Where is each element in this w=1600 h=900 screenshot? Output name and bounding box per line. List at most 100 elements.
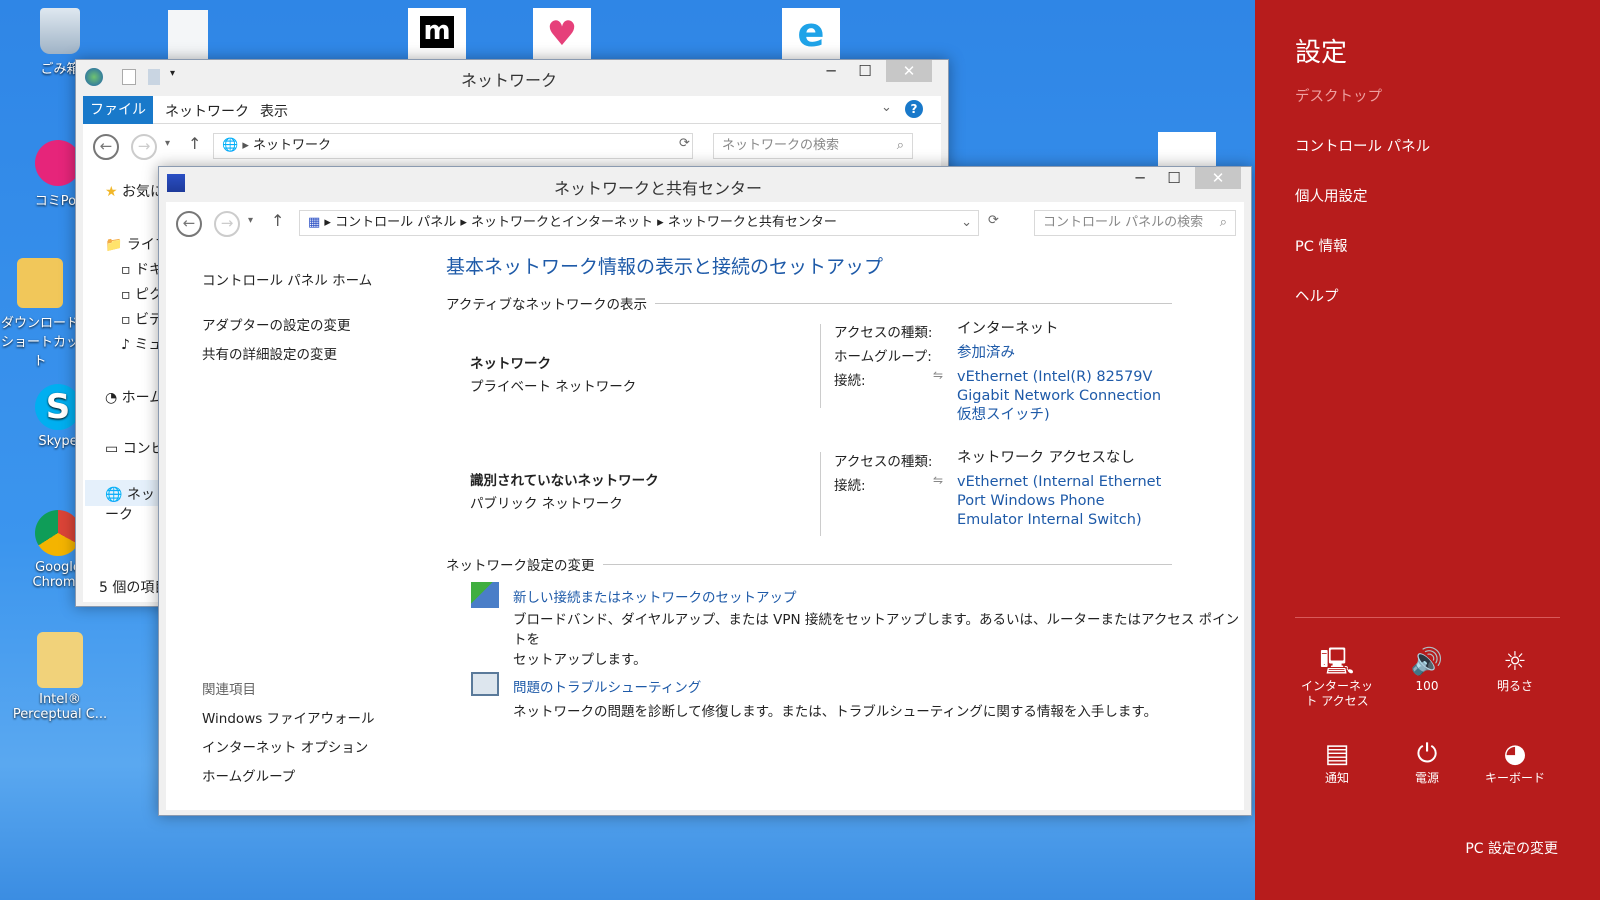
breadcrumb-network-internet[interactable]: ネットワークとインターネット [471,215,653,230]
divider [820,324,821,408]
network-1-name: ネットワーク [470,356,551,372]
tab-network[interactable]: ネットワーク [165,101,249,121]
up-button[interactable]: ↑ [271,211,284,230]
troubleshoot-icon [471,672,499,696]
power-icon: ⏻ [1416,739,1438,769]
up-button[interactable]: ↑ [188,134,201,153]
divider [820,452,821,536]
network-2-name: 識別されていないネットワーク [470,473,659,489]
troubleshoot-link[interactable]: 問題のトラブルシューティング [513,676,701,696]
recent-dropdown-icon[interactable]: ▾ [248,215,253,226]
minimize-button[interactable]: ─ [1125,167,1155,189]
recent-dropdown-icon[interactable]: ▾ [165,138,170,149]
internet-options-link[interactable]: インターネット オプション [202,736,368,756]
refresh-icon[interactable]: ⟳ [988,213,999,228]
help-button[interactable]: ? [905,100,923,118]
breadcrumb[interactable]: ▦ ▸ コントロール パネル ▸ ネットワークとインターネット ▸ ネットワーク… [299,210,979,236]
connection-2-link[interactable]: vEthernet (Internal Ethernet Port Windows… [957,473,1161,530]
keyboard-icon: ◕ [1503,739,1527,769]
back-button[interactable]: ← [176,211,202,237]
maximize-button[interactable]: ☐ [850,60,880,82]
divider [1295,617,1560,618]
qat-dropdown-icon[interactable]: ▾ [170,68,175,79]
address-bar[interactable]: 🌐 ▸ ネットワーク [213,133,693,159]
charm-help[interactable]: ヘルプ [1295,285,1339,306]
refresh-icon[interactable]: ⟳ [679,136,690,151]
search-input[interactable]: ネットワークの検索 ⌕ [713,133,913,159]
network-1-type: プライベート ネットワーク [470,379,637,395]
forward-button[interactable]: → [131,134,157,160]
brightness-icon: ☼ [1503,647,1527,677]
heart-app-icon[interactable]: ♥ [533,8,591,60]
network-sharing-center-window: ネットワークと共有センター ─ ☐ ✕ ← → ▾ ↑ ▦ ▸ コントロール パ… [158,166,1252,816]
address-dropdown-icon: ⌄ [961,215,972,230]
star-icon: ★ [105,184,118,200]
notifications-button[interactable]: ▤ 通知 [1292,737,1382,786]
homegroup-link[interactable]: ホームグループ [202,765,295,785]
close-button[interactable]: ✕ [886,60,932,82]
charm-context: デスクトップ [1295,89,1382,105]
text-file-icon[interactable] [168,10,208,62]
ie-icon[interactable]: e [782,8,840,60]
control-panel-icon [167,174,185,192]
power-button[interactable]: ⏻ 電源 [1382,737,1472,786]
control-panel-home-link[interactable]: コントロール パネル ホーム [202,269,372,289]
connection-label: 接続: [834,478,866,494]
homegroup-joined-link[interactable]: 参加済み [957,344,1015,363]
new-folder-icon[interactable] [148,69,160,85]
maximize-button[interactable]: ☐ [1159,167,1189,189]
search-icon: ⌕ [896,138,904,153]
network-globe-icon [85,68,103,86]
change-settings-section: ネットワーク設定の変更 [446,554,1172,574]
keyboard-button[interactable]: ◕ キーボード [1470,737,1560,786]
network-button[interactable]: 🖳 インターネット アクセス [1292,645,1382,709]
network-icon: 🖳 [1319,647,1355,677]
new-connection-desc: ブロードバンド、ダイヤルアップ、または VPN 接続をセットアップします。あるい… [513,612,1240,668]
connection-1-link[interactable]: vEthernet (Intel(R) 82579V Gigabit Networ… [957,368,1161,425]
charm-pc-info[interactable]: PC 情報 [1295,235,1347,256]
folder-icon [37,632,83,688]
tab-view[interactable]: 表示 [260,101,288,121]
advanced-sharing-link[interactable]: 共有の詳細設定の変更 [202,343,337,363]
new-connection-link[interactable]: 新しい接続またはネットワークのセットアップ [513,586,797,606]
homegroup-label: ホームグループ: [834,349,932,365]
window-title: ネットワーク [461,71,558,90]
back-button[interactable]: ← [93,134,119,160]
change-pc-settings-link[interactable]: PC 設定の変更 [1465,838,1558,858]
breadcrumb-control-panel[interactable]: コントロール パネル [335,215,456,230]
page-title: 基本ネットワーク情報の表示と接続のセットアップ [446,256,884,278]
close-button[interactable]: ✕ [1195,167,1241,189]
m-app-icon[interactable]: m [408,8,466,60]
ribbon: ファイル ネットワーク 表示 ⌄ ? [83,96,941,124]
ethernet-icon: ⇋ [933,368,944,382]
access-type-value: ネットワーク アクセスなし [957,450,1135,466]
properties-icon[interactable] [122,69,136,85]
charm-control-panel[interactable]: コントロール パネル [1295,135,1430,156]
control-panel-icon: ▦ [308,215,321,230]
search-input[interactable]: コントロール パネルの検索 ⌕ [1034,210,1236,236]
volume-button[interactable]: 🔊 100 [1382,645,1472,694]
desktop-icon-download[interactable]: ダウンロード ショートカット [0,258,80,369]
breadcrumb-nsc[interactable]: ネットワークと共有センター [668,215,837,230]
window-title: ネットワークと共有センター [554,179,763,198]
recycle-bin-icon [40,8,80,54]
search-icon: ⌕ [1219,215,1227,230]
ethernet-icon: ⇋ [933,473,944,487]
charm-personalize[interactable]: 個人用設定 [1295,185,1368,206]
ribbon-expand-icon[interactable]: ⌄ [881,100,892,115]
minimize-button[interactable]: ─ [816,60,846,82]
active-networks-section: アクティブなネットワークの表示 [446,293,1172,313]
volume-icon: 🔊 [1410,647,1444,677]
notifications-icon: ▤ [1324,739,1350,769]
firewall-link[interactable]: Windows ファイアウォール [202,707,375,727]
forward-button[interactable]: → [214,211,240,237]
connection-label: 接続: [834,373,866,389]
brightness-button[interactable]: ☼ 明るさ [1470,645,1560,694]
tab-file[interactable]: ファイル [83,96,153,124]
desktop-icon-intel[interactable]: Intel® Perceptual C... [5,632,115,722]
address-text: ネットワーク [252,138,331,153]
network-2-type: パブリック ネットワーク [470,496,623,512]
access-type-label: アクセスの種類: [834,454,933,470]
adapter-settings-link[interactable]: アダプターの設定の変更 [202,314,351,334]
related-title: 関連項目 [202,682,256,698]
